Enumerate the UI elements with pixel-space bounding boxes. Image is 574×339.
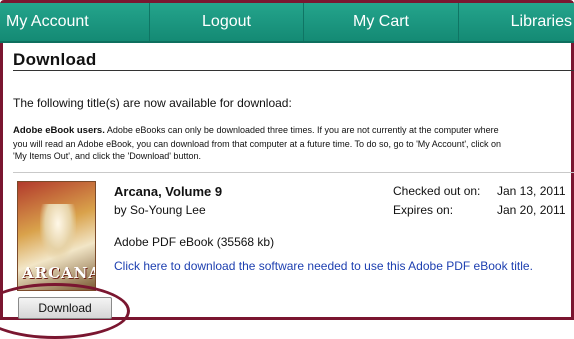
cover-figure — [40, 204, 76, 260]
adobe-note-line3: 'My Items Out', and click the 'Download'… — [13, 151, 201, 161]
cover-logo: ARCANA — [22, 264, 96, 282]
main-content: Download The following title(s) are now … — [13, 48, 574, 291]
adobe-note-line1: Adobe eBooks can only be downloaded thre… — [104, 125, 499, 135]
download-button[interactable]: Download — [18, 297, 112, 319]
intro-text: The following title(s) are now available… — [13, 96, 292, 110]
nav-libraries[interactable]: Libraries — [459, 3, 574, 41]
nav-my-cart[interactable]: My Cart — [304, 3, 459, 41]
adobe-note: Adobe eBook users. Adobe eBooks can only… — [13, 124, 571, 163]
top-nav: My Account Logout My Cart Libraries — [0, 3, 574, 43]
book-format: Adobe PDF eBook (35568 kb) — [114, 235, 275, 249]
adobe-note-heading: Adobe eBook users. — [13, 125, 105, 136]
software-download-link[interactable]: Click here to download the software need… — [114, 258, 564, 275]
checked-out-label: Checked out on: — [393, 184, 481, 198]
checked-out-date: Jan 13, 2011 — [497, 184, 566, 198]
book-cover-image: ARCANA — [17, 181, 96, 291]
expires-date: Jan 20, 2011 — [497, 203, 566, 217]
nav-my-account[interactable]: My Account — [0, 3, 150, 41]
expires-label: Expires on: — [393, 203, 454, 217]
nav-logout[interactable]: Logout — [150, 3, 304, 41]
book-title: Arcana, Volume 9 — [114, 184, 223, 199]
adobe-note-line2: you will read an Adobe eBook, you can do… — [13, 138, 502, 149]
page-title: Download — [13, 48, 574, 71]
book-author: by So-Young Lee — [114, 203, 206, 217]
